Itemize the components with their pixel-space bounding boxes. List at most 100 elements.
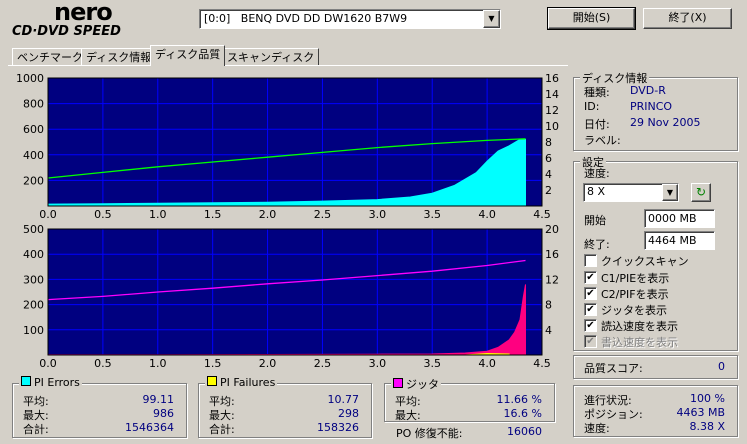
y-left-tick-label: 300	[23, 273, 44, 286]
pi-errors-avg-value: 99.11	[142, 393, 175, 406]
show-c2-pif-checkbox[interactable]: ✔	[584, 287, 597, 300]
pi-failures-total-value: 158326	[317, 421, 359, 434]
y-left-tick-label: 400	[23, 149, 44, 162]
settings-group: 設定 速度: 8 X ▼ ↻ 開始 0000 MB 終了: 4464 MB クイ…	[573, 154, 738, 351]
jitter-group: ジッタ 平均: 11.66 % 最大: 16.6 %	[384, 376, 555, 422]
pi-failures-max-value: 298	[338, 407, 359, 420]
plot-area	[47, 228, 543, 356]
x-tick-label: 3.0	[369, 357, 387, 369]
show-c1-pie-label: C1/PIEを表示	[601, 272, 670, 285]
pi-errors-group: PI Errors 平均: 99.11 最大: 986 合計: 1546364	[12, 376, 187, 438]
speed-dropdown-arrow-icon[interactable]: ▼	[662, 184, 678, 201]
po-fail-label: PO 修復不能:	[396, 427, 463, 440]
x-tick-label: 0.5	[94, 208, 112, 220]
y-left-tick-label: 400	[23, 248, 44, 261]
speed-label: 速度:	[584, 167, 610, 180]
y-right-tick-label: 10	[545, 120, 559, 133]
pi-errors-total-label: 合計:	[23, 423, 49, 436]
jitter-title: ジッタ	[391, 376, 441, 392]
quick-scan-label: クイックスキャン	[601, 255, 689, 268]
quick-scan-checkbox[interactable]	[584, 254, 597, 267]
y-right-tick-label: 12	[545, 273, 559, 286]
y-right-tick-label: 8	[545, 136, 552, 149]
disc-date-label: 日付:	[584, 118, 610, 131]
show-read-speed-checkbox[interactable]: ✔	[584, 319, 597, 332]
tab-scan-disc[interactable]: スキャンディスク	[222, 48, 320, 66]
y-right-tick-label: 2	[545, 184, 552, 197]
drive-select[interactable]: [0:0] BENQ DVD DD DW1620 B7W9 ▼	[199, 9, 501, 29]
progress-group: 進行状況: 100 % ポジション: 4463 MB 速度: 8.38 X	[573, 385, 738, 437]
x-tick-label: 3.0	[369, 208, 387, 220]
y-right-tick-label: 8	[545, 299, 552, 312]
pi-errors-total-value: 1546364	[125, 421, 174, 434]
x-tick-label: 4.5	[533, 357, 551, 369]
upper-chart: 0.0 0.5 1.0 1.5 2.0 2.5 3.0 3.5 4.0 4.5 1000 800 600…	[16, 72, 559, 220]
speed-select-value: 8 X	[587, 185, 606, 198]
lower-chart: 0.0 0.5 1.0 1.5 2.0 2.5 3.0 3.5 4.0 4.5 500 400 300 2…	[23, 223, 559, 369]
pi-failures-avg-value: 10.77	[327, 393, 360, 406]
jitter-color-icon	[393, 378, 403, 388]
logo-subtitle: CD·DVD SPEED	[12, 24, 121, 39]
y-right-tick-label: 4	[545, 324, 552, 337]
show-write-speed-checkbox: ✔	[584, 335, 597, 348]
quality-score-value: 0	[718, 360, 725, 373]
show-read-speed-label: 読込速度を表示	[601, 320, 678, 333]
disc-id-value: PRINCO	[630, 100, 673, 113]
y-right-tick-label: 14	[545, 88, 559, 101]
y-right-tick-label: 4	[545, 168, 552, 181]
x-tick-label: 2.5	[314, 208, 332, 220]
show-jitter-checkbox[interactable]: ✔	[584, 303, 597, 316]
start-mb-input[interactable]: 0000 MB	[644, 209, 715, 228]
tab-benchmark[interactable]: ベンチマーク	[12, 48, 88, 66]
y-left-tick-label: 500	[23, 223, 44, 236]
end-mb-input[interactable]: 4464 MB	[644, 231, 715, 250]
x-tick-label: 2.0	[259, 357, 277, 369]
y-right-tick-label: 12	[545, 104, 559, 117]
y-left-tick-label: 200	[23, 174, 44, 187]
position-value: 4463 MB	[676, 406, 725, 419]
show-c1-pie-checkbox[interactable]: ✔	[584, 271, 597, 284]
x-tick-label: 4.0	[478, 357, 496, 369]
pi-failures-group: PI Failures 平均: 10.77 最大: 298 合計: 158326	[198, 376, 372, 438]
pi-errors-title: PI Errors	[19, 376, 82, 389]
start-button[interactable]: 開始(S)	[547, 7, 636, 30]
show-jitter-label: ジッタを表示	[601, 304, 667, 317]
x-tick-label: 3.5	[423, 208, 441, 220]
dropdown-arrow-icon[interactable]: ▼	[483, 10, 500, 28]
jitter-max-label: 最大:	[395, 409, 421, 422]
pi-errors-color-icon	[21, 376, 31, 386]
y-right-tick-label: 6	[545, 152, 552, 165]
x-tick-label: 0.5	[94, 357, 112, 369]
current-speed-value: 8.38 X	[689, 420, 725, 433]
disc-label-label: ラベル:	[584, 134, 621, 147]
current-speed-label: 速度:	[584, 422, 610, 435]
start-label: 開始	[584, 214, 606, 227]
progress-value: 100 %	[690, 392, 725, 405]
y-left-tick-label: 200	[23, 299, 44, 312]
tab-panel	[8, 65, 568, 66]
y-left-tick-label: 1000	[16, 72, 44, 85]
x-tick-label: 0.0	[39, 208, 57, 220]
pi-failures-total-label: 合計:	[209, 423, 235, 436]
show-write-speed-label: 書込速度を表示	[601, 336, 678, 349]
tab-disc-quality[interactable]: ディスク品質	[150, 45, 226, 66]
x-tick-label: 2.5	[314, 357, 332, 369]
speed-select[interactable]: 8 X ▼	[583, 183, 679, 202]
tab-disc-info[interactable]: ディスク情報	[81, 48, 157, 66]
y-right-tick-label: 16	[545, 248, 559, 261]
logo-title: nero	[54, 0, 113, 26]
disc-id-label: ID:	[584, 100, 600, 113]
y-right-tick-label: 16	[545, 72, 559, 85]
jitter-avg-value: 11.66 %	[496, 393, 542, 406]
x-tick-label: 1.5	[204, 357, 222, 369]
y-left-tick-label: 800	[23, 98, 44, 111]
x-tick-label: 0.0	[39, 357, 57, 369]
disc-type-value: DVD-R	[630, 84, 666, 97]
y-right-tick-label: 20	[545, 223, 559, 236]
po-fail-value: 16060	[507, 425, 542, 438]
quality-score-label: 品質スコア:	[584, 362, 643, 375]
x-tick-label: 1.0	[149, 208, 167, 220]
refresh-icon[interactable]: ↻	[691, 183, 711, 202]
jitter-max-value: 16.6 %	[503, 407, 542, 420]
exit-button[interactable]: 終了(X)	[643, 8, 732, 29]
